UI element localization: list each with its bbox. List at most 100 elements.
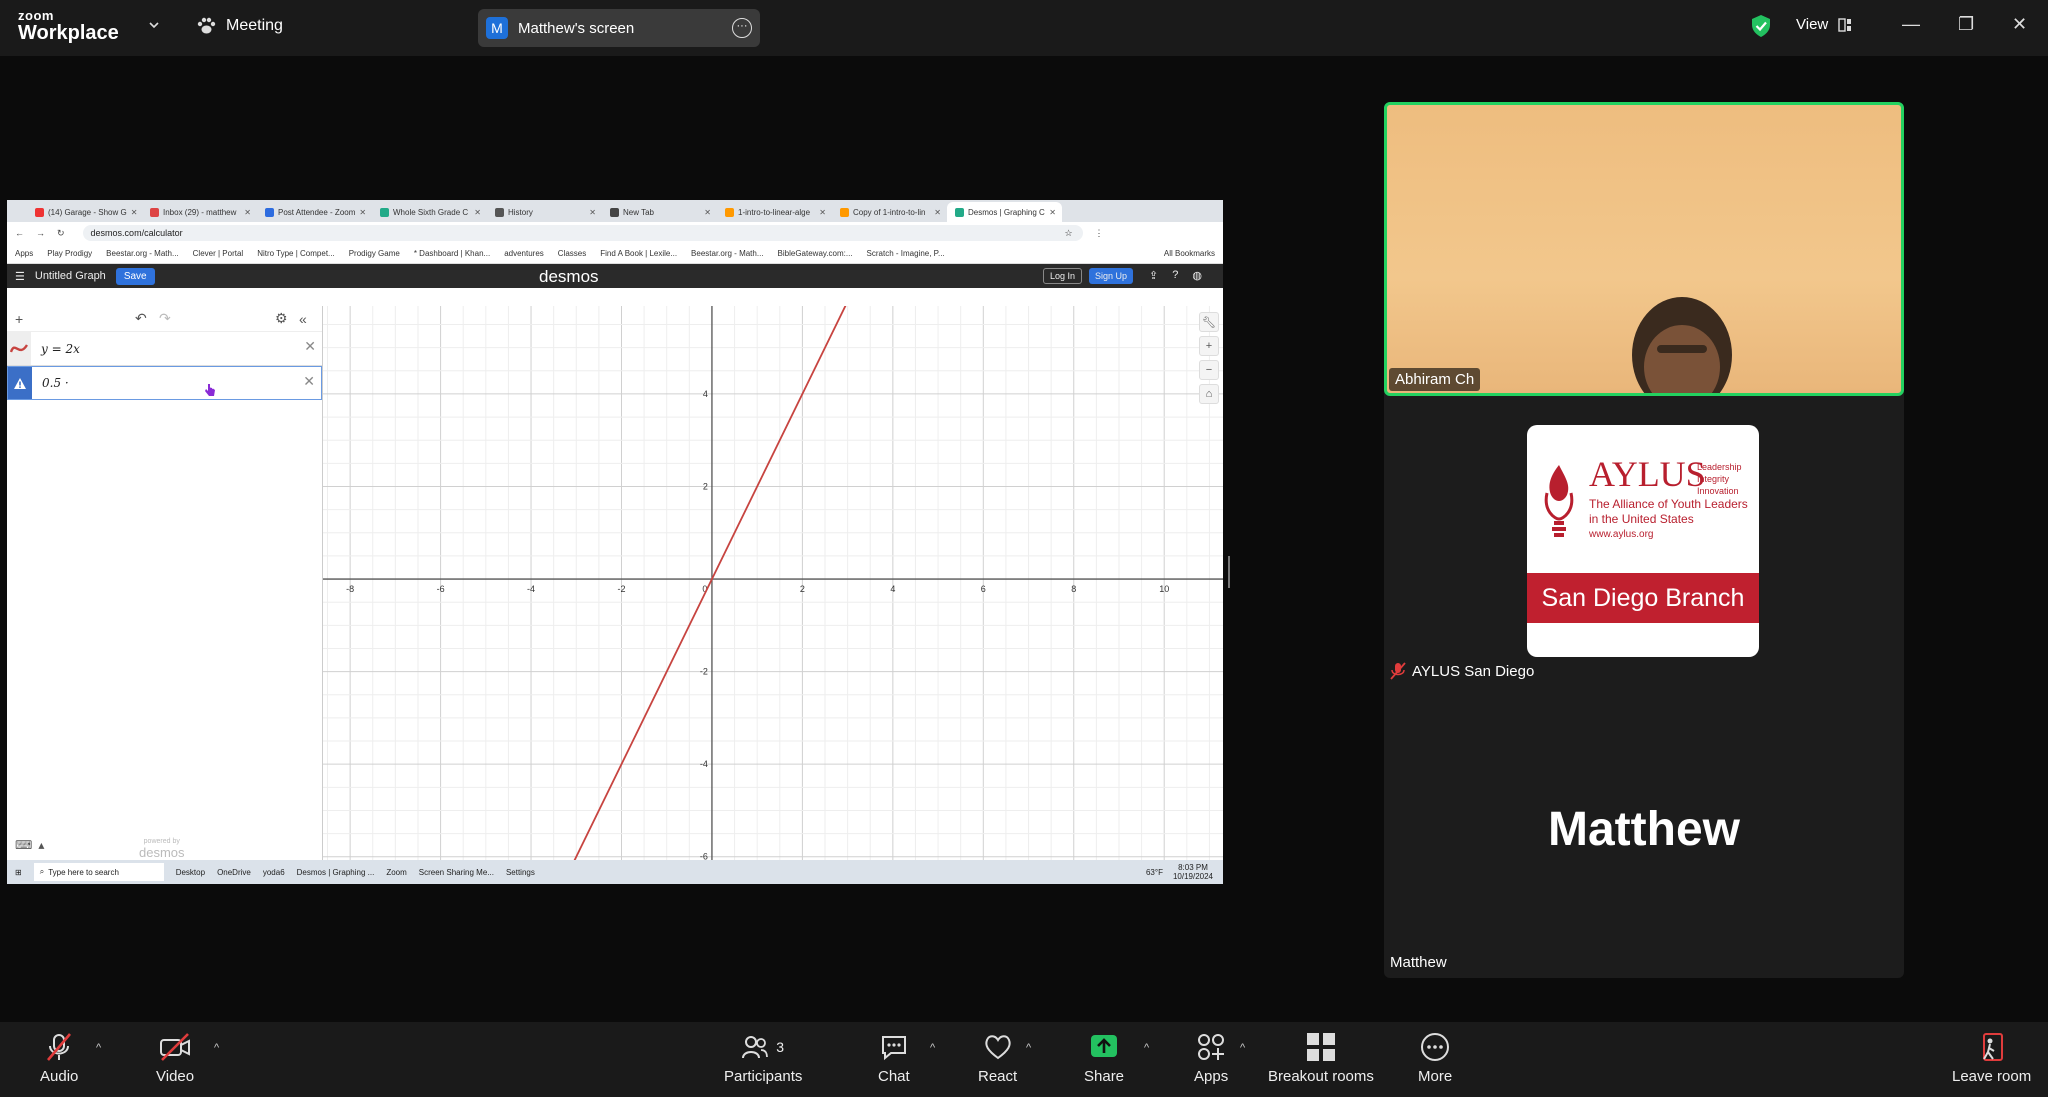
graph-paper[interactable]: -8 -6 -4 -2 0 2 4 6 8 10 4 2 -2 -4 -6 🔧︎ + − ⌂: [323, 300, 1223, 876]
windows-start-icon[interactable]: ⊞: [15, 868, 22, 877]
close-tab-icon[interactable]: ✕: [359, 208, 366, 217]
signup-button[interactable]: Sign Up: [1089, 268, 1134, 284]
wrench-icon[interactable]: 🔧︎: [1199, 312, 1219, 332]
expression-text[interactable]: 0.5 ·: [42, 376, 69, 390]
add-expression-icon[interactable]: +: [15, 311, 23, 327]
browser-tab[interactable]: (14) Garage - Show G ✕: [27, 202, 142, 222]
close-tab-icon[interactable]: ✕: [704, 208, 711, 217]
screen-share-indicator[interactable]: M Matthew's screen ···: [478, 9, 760, 47]
bookmark-item[interactable]: Scratch - Imagine, P...: [867, 249, 945, 258]
close-tab-icon[interactable]: ✕: [589, 208, 596, 217]
taskbar-item[interactable]: Settings: [506, 868, 535, 877]
split-handle[interactable]: [1228, 556, 1230, 588]
browser-tab[interactable]: New Tab ✕: [602, 202, 717, 222]
expression-row[interactable]: y = 2x ✕: [7, 332, 322, 366]
bookmark-item[interactable]: Play Prodigy: [47, 249, 92, 258]
apps-button[interactable]: Apps: [1194, 1032, 1228, 1085]
taskbar-item[interactable]: OneDrive: [217, 868, 251, 877]
react-button[interactable]: React: [978, 1032, 1017, 1085]
taskbar-item[interactable]: Zoom: [386, 868, 406, 877]
taskbar-item[interactable]: Desmos | Graphing ...: [297, 868, 375, 877]
audio-button[interactable]: Audio: [40, 1032, 78, 1085]
taskbar-search[interactable]: ⌕ Type here to search: [33, 863, 164, 881]
help-icon[interactable]: ?: [1172, 269, 1178, 282]
video-button[interactable]: Video: [156, 1032, 194, 1085]
more-button[interactable]: More: [1418, 1032, 1452, 1085]
security-shield-icon[interactable]: [1750, 14, 1772, 38]
browser-tab[interactable]: 1-intro-to-linear-alge ✕: [717, 202, 832, 222]
home-icon[interactable]: ⌂: [1199, 384, 1219, 404]
redo-icon[interactable]: ↷: [159, 310, 171, 327]
expression-text[interactable]: y = 2x: [41, 342, 80, 356]
chat-button[interactable]: Chat: [878, 1032, 910, 1085]
back-icon[interactable]: ←: [15, 228, 24, 238]
login-button[interactable]: Log In: [1043, 268, 1083, 284]
browser-tab[interactable]: Inbox (29) - matthew ✕: [142, 202, 257, 222]
line-color-icon[interactable]: [7, 332, 31, 365]
meeting-menu[interactable]: Meeting: [196, 17, 283, 35]
reload-icon[interactable]: ↻: [57, 228, 65, 239]
browser-tab[interactable]: Post Attendee - Zoom ✕: [257, 202, 372, 222]
delete-expression-icon[interactable]: ✕: [303, 373, 315, 390]
graph-canvas[interactable]: -8 -6 -4 -2 0 2 4 6 8 1042-2-4-6: [323, 300, 1223, 876]
zoom-in-icon[interactable]: +: [1199, 336, 1219, 356]
share-options-icon[interactable]: ^: [1144, 1042, 1149, 1054]
star-icon[interactable]: ☆: [1064, 228, 1072, 239]
collapse-panel-icon[interactable]: «: [299, 311, 307, 327]
keyboard-toggle[interactable]: ⌨ ▴: [15, 838, 44, 852]
bookmark-item[interactable]: adventures: [504, 249, 544, 258]
minimize-icon[interactable]: —: [1902, 14, 1920, 35]
delete-expression-icon[interactable]: ✕: [304, 338, 316, 355]
taskbar-item[interactable]: yoda6: [263, 868, 285, 877]
participants-button[interactable]: 3 Participants: [724, 1032, 802, 1085]
apps-options-icon[interactable]: ^: [1240, 1042, 1245, 1054]
extensions-icon[interactable]: ⋮: [1095, 228, 1104, 239]
bookmark-item[interactable]: * Dashboard | Khan...: [414, 249, 490, 258]
leave-room-button[interactable]: Leave room: [1952, 1032, 2031, 1085]
share-button[interactable]: Share: [1084, 1032, 1124, 1085]
browser-tab[interactable]: Desmos | Graphing C ✕: [947, 202, 1062, 222]
close-tab-icon[interactable]: ✕: [1049, 208, 1056, 217]
weather[interactable]: 63°F: [1146, 868, 1163, 877]
globe-icon[interactable]: ◍: [1192, 269, 1202, 282]
menu-icon[interactable]: ☰: [15, 270, 25, 283]
bookmark-item[interactable]: Clever | Portal: [193, 249, 244, 258]
taskbar-item[interactable]: Screen Sharing Me...: [419, 868, 494, 877]
more-options-icon[interactable]: ···: [732, 18, 752, 38]
forward-icon[interactable]: →: [36, 228, 45, 238]
active-speaker-tile[interactable]: Abhiram Ch: [1384, 102, 1904, 396]
browser-tab[interactable]: History ✕: [487, 202, 602, 222]
view-menu[interactable]: View: [1796, 16, 1852, 33]
restore-icon[interactable]: ❐: [1958, 14, 1974, 35]
url-input[interactable]: desmos.com/calculator ☆: [82, 225, 1083, 241]
expression-row[interactable]: 0.5 · ✕: [7, 366, 322, 400]
bookmark-item[interactable]: BibleGateway.com:...: [778, 249, 853, 258]
browser-tab[interactable]: Whole Sixth Grade C ✕: [372, 202, 487, 222]
bookmark-item[interactable]: Find A Book | Lexile...: [600, 249, 677, 258]
graph-title[interactable]: Untitled Graph: [35, 270, 106, 282]
close-tab-icon[interactable]: ✕: [131, 208, 138, 217]
save-button[interactable]: Save: [115, 267, 155, 285]
share-graph-icon[interactable]: ⇪: [1149, 269, 1158, 282]
chevron-down-icon[interactable]: [148, 19, 160, 31]
video-options-icon[interactable]: ^: [214, 1042, 219, 1054]
breakout-rooms-button[interactable]: Breakout rooms: [1268, 1032, 1374, 1085]
bookmark-item[interactable]: Beestar.org - Math...: [691, 249, 763, 258]
close-tab-icon[interactable]: ✕: [474, 208, 481, 217]
warning-icon[interactable]: [8, 367, 32, 399]
settings-icon[interactable]: ⚙: [275, 310, 288, 327]
undo-icon[interactable]: ↶: [135, 310, 147, 327]
bookmark-item[interactable]: Apps: [15, 249, 33, 258]
bookmark-item[interactable]: Nitro Type | Compet...: [257, 249, 335, 258]
close-tab-icon[interactable]: ✕: [934, 208, 941, 217]
browser-tab[interactable]: Copy of 1-intro-to-lin ✕: [832, 202, 947, 222]
close-tab-icon[interactable]: ✕: [819, 208, 826, 217]
all-bookmarks[interactable]: All Bookmarks: [1164, 249, 1215, 258]
react-options-icon[interactable]: ^: [1026, 1042, 1031, 1054]
close-icon[interactable]: ✕: [2012, 14, 2027, 35]
taskbar-item[interactable]: Desktop: [176, 868, 205, 877]
bookmark-item[interactable]: Beestar.org - Math...: [106, 249, 178, 258]
bookmark-item[interactable]: Classes: [558, 249, 586, 258]
chat-options-icon[interactable]: ^: [930, 1042, 935, 1054]
clock[interactable]: 8:03 PM 10/19/2024: [1173, 863, 1213, 881]
